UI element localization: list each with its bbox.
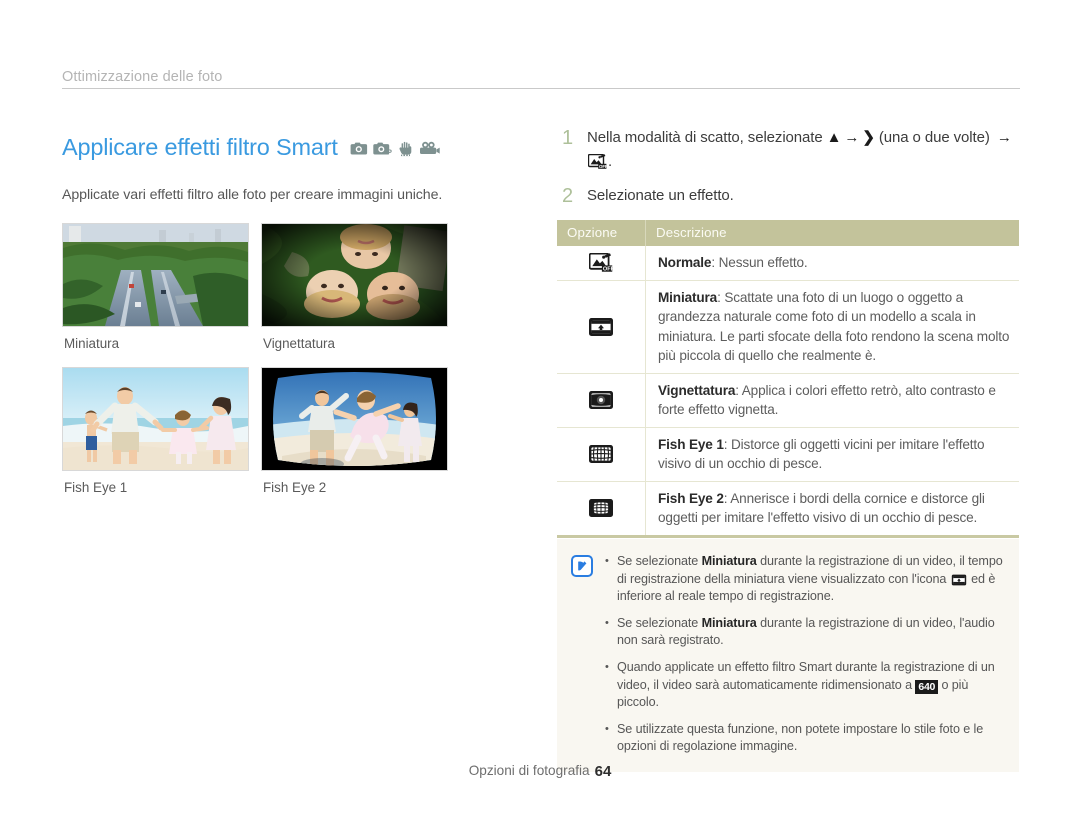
note-pre: Se selezionate [617,615,702,630]
table-row: Fish Eye 2: Annerisce i bordi della corn… [557,481,1019,536]
right-column: 1 Nella modalità di scatto, selezionate … [557,126,1019,538]
option-desc-text: : Nessun effetto. [711,255,808,270]
vignetting-icon [557,373,646,428]
option-name: Fish Eye 2 [658,490,724,506]
miniature-icon [951,574,967,586]
breadcrumb-divider [62,88,1020,89]
bullet-icon: • [605,555,609,567]
note-list-item: • Se selezionate Miniatura durante la re… [605,553,1003,606]
camera-icon [350,141,368,156]
option-name: Normale [658,255,712,270]
note-list: • Se selezionate Miniatura durante la re… [605,553,1003,756]
note-pen-icon [571,553,605,577]
fisheye2-sample-image [261,367,448,472]
arrow-right-icon: → [996,129,1012,146]
step-text-pre: Nella modalità di scatto, selezionate [587,129,827,146]
step-item: 1 Nella modalità di scatto, selezionate … [557,126,1019,174]
note-text: Se selezionate Miniatura durante la regi… [617,615,1003,650]
left-column: Applicare effetti filtro Smart P Applica… [62,118,514,511]
fisheye1-sample-image [62,367,249,472]
table-header-row: Opzione Descrizione [557,220,1019,246]
page-title: Applicare effetti filtro Smart [62,133,338,160]
note-bold: Miniatura [701,615,757,630]
fisheye2-icon [557,481,646,536]
option-description: Fish Eye 2: Annerisce i bordi della corn… [646,481,1020,536]
note-text: Se selezionate Miniatura durante la regi… [617,553,1003,606]
options-table: Opzione Descrizione OFF Normale: Nessun … [557,220,1019,538]
bullet-icon: • [605,660,609,673]
svg-text:OFF: OFF [599,164,607,169]
sample-item: Miniatura [62,223,249,367]
page-footer: Opzioni di fotografia 64 [0,763,1080,780]
table-row: Fish Eye 1: Distorce gli oggetti vicini … [557,427,1019,482]
option-description: Vignettatura: Applica i colori effetto r… [645,373,1019,428]
step-text: Selezionate un effetto. [587,187,734,204]
note-box: • Se selezionate Miniatura durante la re… [557,539,1019,772]
chevron-right-icon: ❯ [862,129,875,146]
page-subtitle: Applicate vari effetti filtro alle foto … [62,187,443,204]
sample-label: Fish Eye 1 [64,480,128,496]
resolution-badge: 640 [915,679,939,694]
note-bold: Miniatura [701,554,757,568]
step-text-post: . [608,153,613,170]
sample-label: Miniatura [64,336,120,352]
bullet-icon: • [605,616,609,629]
thumbnail-sample-image [62,223,249,328]
note-text: Se utilizzate questa funzione, non potet… [617,721,984,754]
svg-text:P: P [387,150,392,157]
note-list-item: • Se selezionate Miniatura durante la re… [605,615,1003,650]
arrow-right-icon: → [844,129,860,146]
sample-item: Fish Eye 1 [62,367,249,511]
page-number: 64 [594,763,612,780]
option-name: Miniatura [658,289,718,305]
table-row: Miniatura: Scattate una foto di un luogo… [557,280,1019,374]
sample-label: Fish Eye 2 [263,480,327,496]
step-text: Nella modalità di scatto, selezionate ▲ →… [587,126,1019,174]
option-description: Fish Eye 1: Distorce gli oggetti vicini … [645,427,1019,482]
dual-is-hand-icon [398,141,415,157]
bullet-icon: • [605,722,609,735]
table-row: OFF Normale: Nessun effetto. [557,246,1019,281]
up-triangle-icon: ▲ [826,129,842,146]
note-pre: Se selezionate [617,554,702,568]
sample-item: Fish Eye 2 [261,367,448,511]
title-row: Applicare effetti filtro Smart P [62,118,514,176]
column-header-description: Descrizione [645,220,1019,246]
sample-label: Vignettatura [263,336,335,352]
camcorder-icon [419,141,440,156]
camera-program-icon: P [372,141,393,157]
column-header-option: Opzione [557,220,646,246]
option-description: Miniatura: Scattate una foto di un luogo… [645,280,1019,374]
footer-section-label: Opzioni di fotografia [468,763,590,778]
mode-icon-group: P [350,138,440,157]
note-text: Quando applicate un effetto filtro Smart… [617,659,1003,712]
smart-filter-off-icon: OFF [588,154,607,169]
svg-text:OFF: OFF [603,267,613,273]
step-number: 2 [562,185,574,207]
step-text-mid: (una o due volte) [874,129,994,146]
table-row: Vignettatura: Applica i colori effetto r… [557,373,1019,428]
option-name: Fish Eye 1 [658,436,724,452]
fisheye1-icon [557,427,646,482]
step-list: 1 Nella modalità di scatto, selezionate … [557,126,1019,208]
option-name: Vignettatura [658,382,736,398]
sample-image-grid: Miniatura Vignettatura Fish Eye 1 Fish E… [62,223,514,511]
vignette-sample-image [261,223,448,328]
sample-item: Vignettatura [261,223,448,367]
option-description: Normale: Nessun effetto. [645,246,1019,281]
breadcrumb: Ottimizzazione delle foto [62,69,1020,89]
step-item: 2 Selezionate un effetto. [557,184,1019,208]
smart-filter-off-icon: OFF [557,246,646,281]
breadcrumb-label: Ottimizzazione delle foto [62,69,223,85]
step-number: 1 [562,127,574,149]
note-list-item: • Se utilizzate questa funzione, non pot… [605,721,1003,756]
note-list-item: • Quando applicate un effetto filtro Sma… [605,659,1003,712]
miniature-icon [557,280,646,374]
